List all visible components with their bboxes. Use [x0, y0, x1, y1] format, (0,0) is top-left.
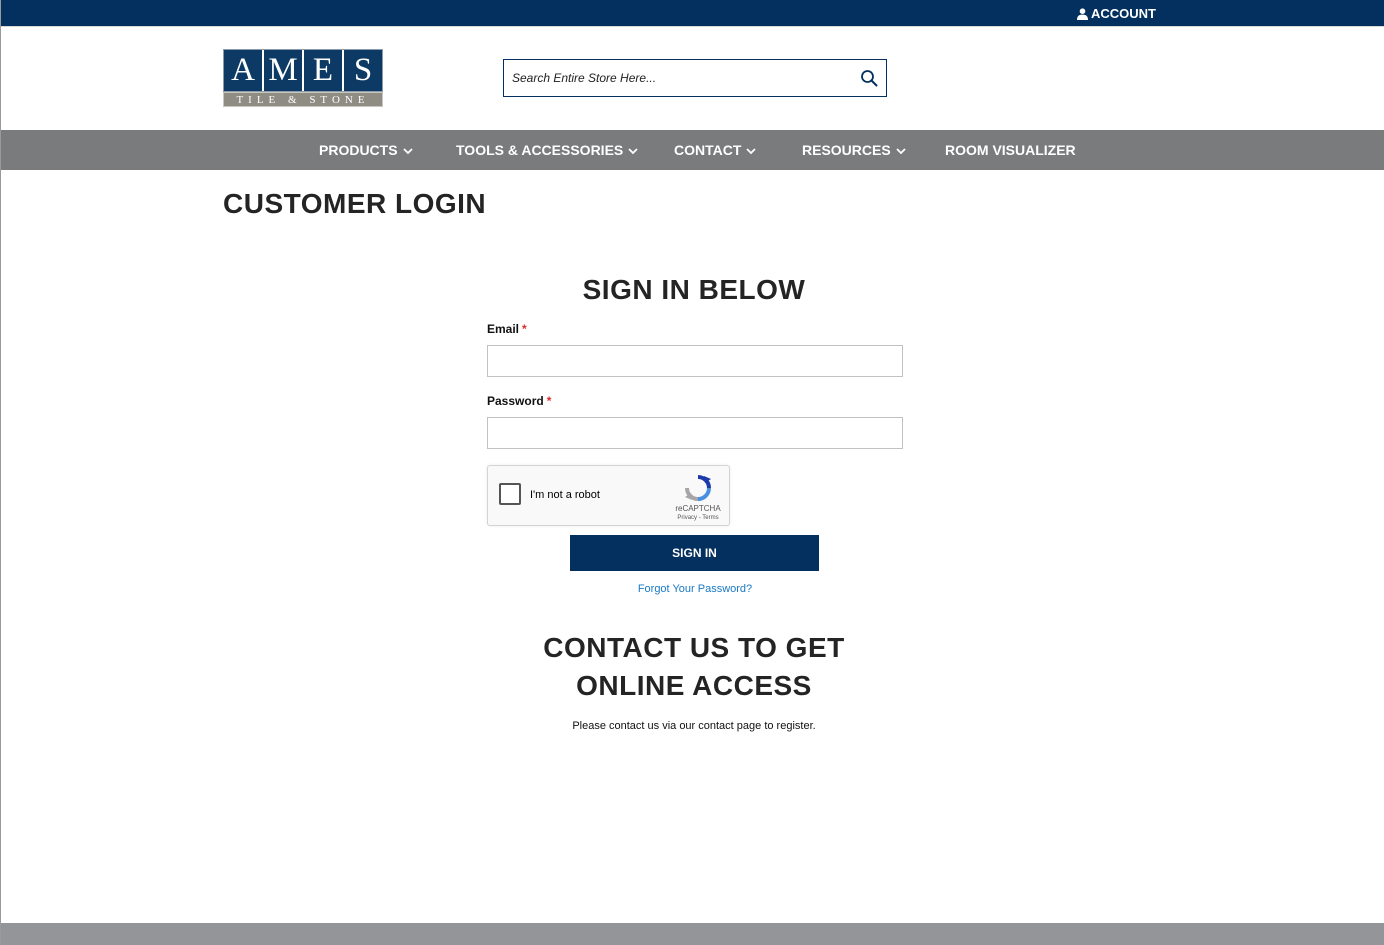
contact-heading-line2: ONLINE ACCESS [576, 670, 812, 701]
chevron-down-icon [746, 147, 757, 154]
logo-letter: E [302, 50, 342, 91]
nav-item-contact[interactable]: CONTACT [674, 130, 757, 170]
logo-tagline: TILE & STONE [223, 92, 383, 107]
password-label-text: Password [487, 394, 544, 408]
page: ACCOUNT A M E S TILE & STONE PRODUCTS TO… [0, 0, 1384, 945]
nav-item-resources[interactable]: RESOURCES [802, 130, 906, 170]
search-icon[interactable] [860, 69, 878, 87]
user-icon [1077, 7, 1088, 20]
top-bar: ACCOUNT [1, 0, 1384, 27]
main-nav: PRODUCTS TOOLS & ACCESSORIES CONTACT RES… [1, 130, 1384, 170]
footer [1, 923, 1384, 945]
logo-letter: A [224, 50, 262, 91]
nav-label: RESOURCES [802, 142, 891, 158]
recaptcha-brand: reCAPTCHA [675, 504, 721, 513]
search-box [503, 59, 887, 97]
logo-letters: A M E S [223, 49, 383, 92]
required-mark: * [522, 322, 527, 336]
account-label: ACCOUNT [1091, 6, 1156, 21]
nav-item-products[interactable]: PRODUCTS [319, 130, 413, 170]
nav-label: CONTACT [674, 142, 742, 158]
chevron-down-icon [896, 147, 906, 154]
email-field[interactable] [487, 345, 903, 377]
forgot-password-link[interactable]: Forgot Your Password? [487, 583, 903, 595]
nav-label: ROOM VISUALIZER [945, 142, 1076, 158]
chevron-down-icon [628, 147, 638, 154]
recaptcha-checkbox[interactable] [499, 483, 521, 505]
recaptcha-widget: I'm not a robot reCAPTCHA Privacy - Term… [487, 465, 730, 526]
nav-label: TOOLS & ACCESSORIES [456, 142, 624, 158]
nav-label: PRODUCTS [319, 142, 398, 158]
search-input[interactable] [504, 60, 844, 96]
logo-letter: M [262, 50, 302, 91]
password-label: Password * [487, 394, 551, 408]
recaptcha-label: I'm not a robot [530, 489, 600, 501]
email-label-text: Email [487, 322, 520, 336]
recaptcha-links[interactable]: Privacy - Terms [668, 515, 728, 521]
required-mark: * [546, 394, 552, 408]
nav-item-tools-accessories[interactable]: TOOLS & ACCESSORIES [456, 130, 638, 170]
password-field[interactable] [487, 417, 903, 449]
recaptcha-icon [685, 475, 711, 501]
sign-in-button[interactable]: SIGN IN [570, 535, 819, 571]
signin-heading: SIGN IN BELOW [582, 274, 806, 305]
logo-letter: S [342, 50, 382, 91]
ames-logo[interactable]: A M E S TILE & STONE [223, 49, 383, 107]
chevron-down-icon [402, 147, 413, 154]
contact-text: Please contact us via our contact page t… [572, 720, 816, 732]
nav-item-room-visualizer[interactable]: ROOM VISUALIZER [945, 130, 1076, 170]
account-link[interactable]: ACCOUNT [1077, 6, 1156, 21]
email-label: Email * [487, 322, 527, 336]
page-title: CUSTOMER LOGIN [223, 188, 487, 219]
contact-heading-line1: CONTACT US TO GET [543, 632, 845, 663]
